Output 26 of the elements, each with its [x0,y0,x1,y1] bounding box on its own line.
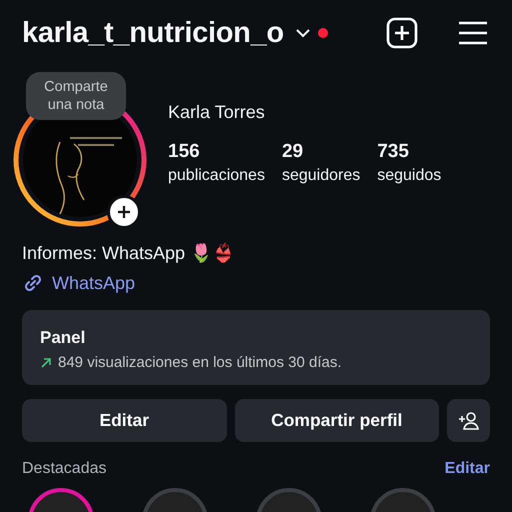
add-icon[interactable] [386,17,418,49]
profile-button[interactable]: Editar [22,399,226,442]
bio-text: Informes: WhatsApp 🌷👙 [22,242,236,264]
profile-button[interactable]: Compartir perfil [234,399,439,442]
section-title: Destacadas [22,460,106,478]
plus-icon [118,206,130,218]
dashboard-panel[interactable]: Panel 849 visualizaciones en los últimos 30 días. [22,310,490,385]
add-person-button[interactable] [447,399,490,442]
panel-title: Panel [40,328,86,348]
link-icon [22,272,44,294]
stat-label[interactable]: seguidos [377,167,442,185]
stat-count: 29 [282,141,304,163]
profile-name: Karla Torres [168,102,266,123]
stat-label[interactable]: seguidores [282,167,360,185]
menu-icon[interactable] [458,21,488,45]
panel-subtitle: 849 visualizaciones en los últimos 30 días. [58,354,342,371]
trend-up-icon [40,356,52,368]
stat-label[interactable]: publicaciones [168,167,265,185]
whatsapp-link[interactable]: WhatsApp [52,272,136,294]
chevron-down-icon[interactable] [296,28,310,38]
stat-count: 735 [377,141,410,163]
username[interactable]: karla_t_nutricion_o [22,16,284,50]
stat-count: 156 [168,141,201,163]
note-tooltip[interactable]: Comparte una nota [26,72,126,120]
add-person-icon [458,412,480,430]
edit-link[interactable]: Editar [444,460,490,478]
